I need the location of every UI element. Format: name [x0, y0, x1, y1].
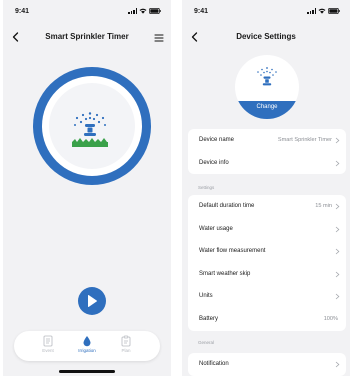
device-settings-screen: 9:41 Device Settings Change Device name …	[182, 0, 350, 376]
row-water-flow-measurement[interactable]: Water flow measurement	[188, 240, 346, 263]
tab-label-plan: Plan	[121, 348, 131, 353]
chevron-right-icon	[335, 160, 340, 166]
wifi-icon	[318, 8, 326, 14]
section-label-settings: Settings	[198, 185, 215, 190]
page-title: Device Settings	[236, 32, 296, 41]
change-avatar-button[interactable]: Change	[235, 101, 299, 119]
cellular-signal-icon	[128, 8, 137, 14]
row-label: Units	[199, 293, 213, 300]
row-label: Water flow measurement	[199, 248, 266, 255]
status-icons	[307, 8, 340, 14]
play-button[interactable]	[78, 287, 106, 315]
tab-label-event: Event	[42, 348, 54, 353]
nav-bar: Smart Sprinkler Timer	[3, 26, 171, 48]
device-card: Device name Smart Sprinkler Timer Device…	[188, 129, 346, 175]
menu-button[interactable]	[153, 31, 165, 43]
page-title: Smart Sprinkler Timer	[45, 32, 129, 41]
section-label-general: General	[198, 340, 215, 345]
bottom-tab-bar: Event Irrigation Plan	[14, 331, 160, 361]
status-time: 9:41	[194, 8, 209, 15]
tab-irrigation[interactable]: Irrigation	[67, 335, 107, 359]
cellular-signal-icon	[307, 8, 316, 14]
row-smart-weather-skip[interactable]: Smart weather skip	[188, 263, 346, 286]
status-bar: 9:41	[182, 0, 350, 22]
row-value: 15 min	[315, 203, 332, 209]
tab-label-irrigation: Irrigation	[78, 348, 96, 353]
row-default-duration[interactable]: Default duration time 15 min	[188, 195, 346, 218]
chevron-right-icon	[335, 361, 340, 368]
row-label: Smart weather skip	[199, 270, 251, 277]
row-units[interactable]: Units	[188, 285, 346, 308]
chevron-right-icon	[335, 294, 340, 300]
sprinkler-icon	[72, 112, 108, 147]
wifi-icon	[139, 8, 147, 14]
battery-icon	[149, 8, 161, 14]
tab-event[interactable]: Event	[28, 335, 68, 359]
battery-icon	[328, 8, 340, 14]
row-label: Device name	[199, 137, 235, 143]
home-indicator	[59, 370, 115, 373]
status-bar: 9:41	[3, 0, 171, 22]
row-water-usage[interactable]: Water usage	[188, 218, 346, 241]
chevron-right-icon	[335, 271, 340, 278]
row-label: Default duration time	[199, 203, 255, 209]
sprinkler-icon	[257, 67, 277, 86]
row-notification[interactable]: Notification	[188, 353, 346, 376]
general-card: Notification	[188, 353, 346, 376]
status-time: 9:41	[15, 8, 30, 15]
irrigation-screen: 9:41 Smart Sprinkler Timer Event Irrigat…	[3, 0, 171, 376]
settings-card: Default duration time 15 min Water usage…	[188, 195, 346, 331]
chevron-right-icon	[335, 203, 340, 210]
row-battery: Battery 100%	[188, 308, 346, 331]
water-drop-icon	[83, 336, 91, 347]
chevron-right-icon	[335, 248, 340, 255]
hamburger-menu-icon	[154, 34, 164, 42]
row-label: Water usage	[199, 225, 233, 232]
row-label: Notification	[199, 361, 229, 367]
row-device-info[interactable]: Device info	[188, 152, 346, 175]
tab-plan[interactable]: Plan	[106, 335, 146, 359]
change-label: Change	[256, 104, 278, 110]
device-avatar[interactable]: Change	[235, 55, 299, 119]
chevron-right-icon	[335, 226, 340, 232]
play-icon	[88, 295, 97, 307]
row-label: Device info	[199, 159, 229, 166]
chevron-right-icon	[335, 137, 340, 144]
row-device-name[interactable]: Device name Smart Sprinkler Timer	[188, 129, 346, 152]
status-icons	[128, 8, 161, 14]
nav-bar: Device Settings	[182, 26, 350, 48]
row-label: Battery	[199, 315, 219, 322]
irrigation-dial[interactable]	[33, 67, 151, 185]
row-value: 100%	[323, 315, 338, 322]
row-value: Smart Sprinkler Timer	[277, 137, 332, 143]
clipboard-icon	[121, 335, 131, 347]
document-icon	[43, 335, 53, 347]
